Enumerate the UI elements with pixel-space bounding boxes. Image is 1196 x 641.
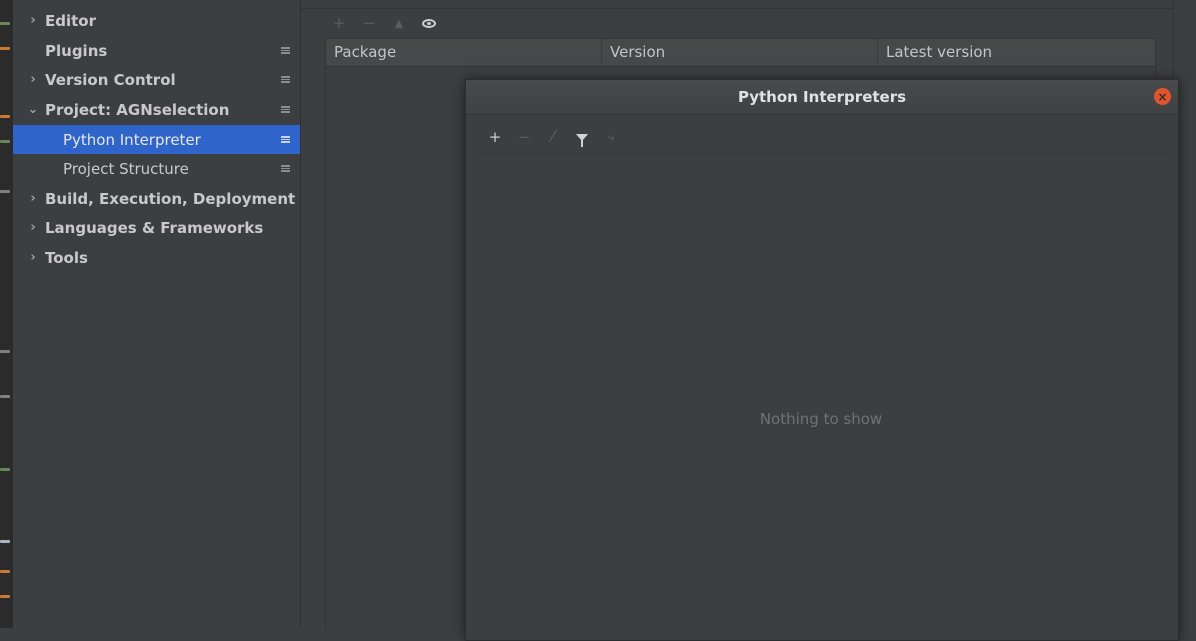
tree-item-label: Version Control (45, 70, 176, 89)
tree-item-label: Editor (45, 11, 96, 30)
uninstall-package-button[interactable]: − (359, 13, 379, 33)
tree-item-build-execution-deployment[interactable]: › Build, Execution, Deployment (13, 184, 300, 213)
empty-state-text: Nothing to show (759, 410, 883, 428)
column-header-version[interactable]: Version (602, 39, 878, 66)
column-header-latest-version[interactable]: Latest version (878, 39, 1155, 66)
divider (1173, 0, 1174, 80)
tree-item-label: Build, Execution, Deployment (45, 189, 296, 208)
expand-arrow-icon[interactable]: › (27, 220, 39, 235)
filter-button[interactable] (571, 127, 593, 147)
project-level-icon (281, 136, 290, 143)
install-package-button[interactable]: + (329, 13, 349, 33)
tree-item-plugins[interactable]: Plugins (13, 36, 300, 65)
upgrade-package-button[interactable]: ▲ (389, 13, 409, 33)
interpreters-toolbar: + − ⁄ ⤷ (484, 126, 622, 148)
python-interpreters-dialog: Python Interpreters × + − ⁄ ⤷ Nothing to… (465, 79, 1179, 641)
tree-item-label: Python Interpreter (63, 130, 201, 149)
expand-arrow-icon[interactable]: › (27, 13, 39, 28)
add-interpreter-button[interactable]: + (484, 127, 506, 147)
project-level-icon (281, 76, 290, 83)
project-level-icon (281, 106, 290, 113)
tree-item-python-interpreter[interactable]: Python Interpreter (13, 125, 300, 154)
divider (301, 8, 1174, 9)
tree-item-label: Languages & Frameworks (45, 218, 264, 237)
remove-interpreter-button[interactable]: − (513, 127, 535, 147)
expand-arrow-icon[interactable]: › (27, 250, 39, 265)
tree-item-label: Tools (45, 248, 88, 267)
project-level-icon (281, 165, 290, 172)
packages-toolbar: + − ▲ (329, 12, 439, 34)
dialog-title-bar[interactable]: Python Interpreters × (466, 80, 1178, 115)
tree-item-languages-frameworks[interactable]: › Languages & Frameworks (13, 213, 300, 242)
edit-interpreter-button[interactable]: ⁄ (542, 127, 564, 147)
tree-item-project-structure[interactable]: Project Structure (13, 154, 300, 183)
editor-edge-strip (0, 0, 13, 628)
tree-item-version-control[interactable]: › Version Control (13, 65, 300, 94)
settings-tree: › Editor Plugins › Version Control ⌄ Pro… (13, 0, 301, 628)
show-early-releases-button[interactable] (419, 13, 439, 33)
tree-item-label: Project: AGNselection (45, 100, 230, 119)
show-paths-button[interactable]: ⤷ (600, 127, 622, 147)
column-header-package[interactable]: Package (326, 39, 602, 66)
tree-item-label: Plugins (45, 41, 108, 60)
expand-arrow-icon[interactable]: › (27, 191, 39, 206)
tree-item-editor[interactable]: › Editor (13, 6, 300, 35)
interpreters-list[interactable]: Nothing to show (476, 153, 1166, 634)
close-button[interactable]: × (1154, 88, 1171, 105)
eye-icon (422, 18, 436, 28)
tree-item-tools[interactable]: › Tools (13, 243, 300, 272)
expand-arrow-icon[interactable]: › (27, 72, 39, 87)
close-icon: × (1157, 89, 1168, 104)
dialog-title: Python Interpreters (737, 88, 907, 106)
table-header: Package Version Latest version (326, 39, 1155, 67)
tree-item-project[interactable]: ⌄ Project: AGNselection (13, 95, 300, 124)
collapse-arrow-icon[interactable]: ⌄ (27, 102, 39, 117)
tree-item-label: Project Structure (63, 159, 189, 178)
project-level-icon (281, 47, 290, 54)
filter-icon (576, 133, 588, 147)
